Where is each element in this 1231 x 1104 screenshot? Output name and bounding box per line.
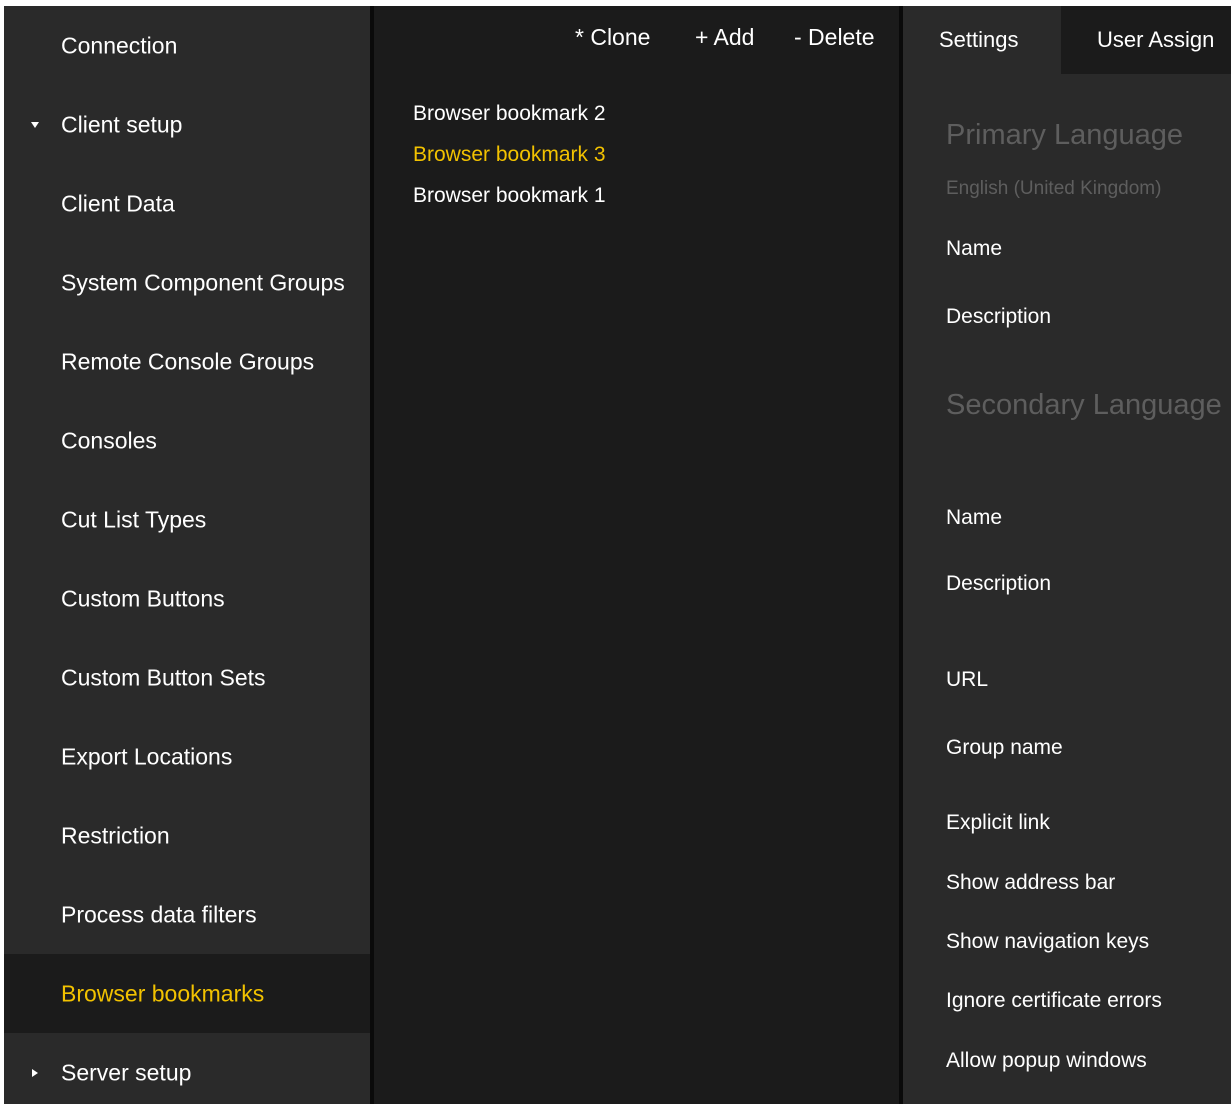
sidebar-item-label: Consoles	[61, 427, 157, 453]
sidebar-item-label: Browser bookmarks	[61, 980, 265, 1006]
details-pane: Settings User Assign Primary Language En…	[903, 6, 1231, 1104]
show-address-bar-label: Show address bar	[946, 871, 1116, 894]
show-navigation-keys-label: Show navigation keys	[946, 930, 1150, 953]
clone-button[interactable]: * Clone	[575, 24, 650, 51]
list-item-selected[interactable]: Browser bookmark 3	[413, 143, 606, 167]
sidebar-item-label: Cut List Types	[61, 506, 207, 532]
sidebar-item-label: Custom Buttons	[61, 585, 225, 611]
allow-popup-windows-label: Allow popup windows	[946, 1049, 1147, 1072]
primary-description-label: Description	[946, 305, 1052, 328]
sidebar-item-system-component-groups[interactable]: System Component Groups	[4, 243, 370, 322]
sidebar-item-browser-bookmarks[interactable]: Browser bookmarks	[4, 954, 370, 1033]
tab-label: User Assign	[1097, 27, 1215, 52]
list-item[interactable]: Browser bookmark 2	[413, 102, 606, 126]
caret-down-icon	[31, 121, 39, 128]
tab-user-assign[interactable]: User Assign	[1061, 6, 1231, 74]
secondary-language-title: Secondary Language	[946, 389, 1222, 421]
sidebar-item-label: Export Locations	[61, 743, 233, 769]
sidebar-item-label: Remote Console Groups	[61, 348, 315, 374]
bookmark-list-pane: * Clone + Add - Delete Browser bookmark …	[374, 6, 899, 1104]
sidebar-item-label: Restriction	[61, 822, 170, 848]
tab-settings[interactable]: Settings	[903, 6, 1061, 74]
app-window: Connection Client setup Client Data Syst…	[4, 6, 1231, 1104]
caret-right-icon	[32, 1068, 38, 1077]
primary-language-value: English (United Kingdom)	[946, 178, 1162, 199]
sidebar-item-connection[interactable]: Connection	[4, 6, 370, 85]
sidebar-item-custom-button-sets[interactable]: Custom Button Sets	[4, 638, 370, 717]
list-item[interactable]: Browser bookmark 1	[413, 184, 606, 208]
sidebar-item-client-setup[interactable]: Client setup	[4, 85, 370, 164]
group-name-label: Group name	[946, 736, 1063, 759]
sidebar-item-client-data[interactable]: Client Data	[4, 164, 370, 243]
sidebar-item-server-setup[interactable]: Server setup	[4, 1033, 370, 1104]
sidebar-item-label: Process data filters	[61, 901, 257, 927]
secondary-name-label: Name	[946, 506, 1003, 529]
sidebar-item-label: Connection	[61, 32, 178, 58]
ignore-certificate-errors-label: Ignore certificate errors	[946, 989, 1162, 1012]
secondary-description-label: Description	[946, 572, 1052, 595]
sidebar-item-custom-buttons[interactable]: Custom Buttons	[4, 559, 370, 638]
sidebar-item-label: Custom Button Sets	[61, 664, 266, 690]
delete-button[interactable]: - Delete	[794, 24, 875, 51]
explicit-link-label: Explicit link	[946, 811, 1050, 834]
primary-language-title: Primary Language	[946, 119, 1183, 151]
sidebar-item-label: System Component Groups	[61, 269, 345, 295]
sidebar-item-consoles[interactable]: Consoles	[4, 401, 370, 480]
url-label: URL	[946, 668, 989, 691]
sidebar-item-process-data-filters[interactable]: Process data filters	[4, 875, 370, 954]
sidebar-item-label: Server setup	[61, 1059, 192, 1085]
sidebar-item-label: Client setup	[61, 111, 183, 137]
sidebar-item-cut-list-types[interactable]: Cut List Types	[4, 480, 370, 559]
sidebar: Connection Client setup Client Data Syst…	[4, 6, 370, 1104]
sidebar-item-remote-console-groups[interactable]: Remote Console Groups	[4, 322, 370, 401]
primary-name-label: Name	[946, 237, 1003, 260]
sidebar-item-restriction[interactable]: Restriction	[4, 796, 370, 875]
sidebar-item-export-locations[interactable]: Export Locations	[4, 717, 370, 796]
add-button[interactable]: + Add	[695, 24, 754, 51]
tab-label: Settings	[939, 27, 1019, 52]
sidebar-item-label: Client Data	[61, 190, 175, 216]
